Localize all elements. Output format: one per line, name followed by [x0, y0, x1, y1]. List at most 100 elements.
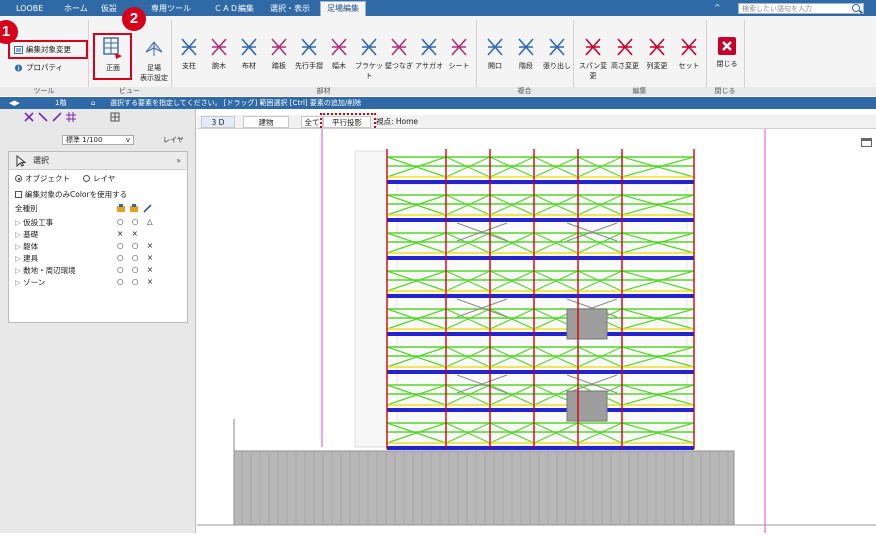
compound-opening-button[interactable]: 開口 — [480, 36, 510, 71]
scale-select[interactable]: 標準 1/100 v — [62, 135, 134, 145]
tab-cad-edit[interactable]: ＣＡＤ編集 — [208, 2, 260, 16]
type-row-marks[interactable]: ○ ○ × — [117, 241, 156, 250]
part-wall-tie-button[interactable]: 壁つなぎ — [384, 36, 414, 71]
part-plank-button[interactable]: 踏板 — [264, 36, 294, 71]
group-label-edit: 編集 — [632, 87, 647, 95]
building-edge — [354, 150, 388, 448]
scaffold-plank — [387, 332, 694, 336]
scaffold-plank — [387, 218, 694, 222]
compound-stairs-icon — [518, 38, 534, 56]
canvas-tab-bar: 3 D 建物 全て 平行投影 視点: Home — [197, 115, 876, 129]
tab-temporary[interactable]: 仮設 — [95, 2, 123, 16]
close-button[interactable]: 閉じる — [712, 36, 742, 69]
diagonal-select-icon[interactable] — [38, 112, 48, 122]
part-plank-icon — [271, 38, 287, 56]
part-ledger-button[interactable]: 布材 — [234, 36, 264, 71]
brace-diagonal — [489, 156, 535, 178]
type-row-marks[interactable]: ○ ○ × — [117, 265, 156, 274]
layer-button[interactable]: レイヤ — [163, 135, 184, 145]
part-sheet-button[interactable]: シート — [444, 36, 474, 71]
tab-home[interactable]: ホーム — [58, 2, 94, 16]
part-bracket-icon — [361, 38, 377, 56]
group-separator — [706, 20, 707, 94]
drawing-canvas[interactable] — [197, 129, 876, 533]
scaffold-display-settings-button[interactable]: 足場 表示設定 — [136, 36, 172, 83]
tab-loobe[interactable]: LOOBE — [10, 2, 49, 16]
highlight-front-view — [93, 33, 132, 80]
edit-height-change-button[interactable]: 高さ変更 — [610, 36, 640, 71]
group-separator — [744, 20, 745, 94]
type-row[interactable]: ▷ 躯体 — [15, 241, 38, 252]
tab-special-tools[interactable]: 専用ツール — [145, 2, 197, 16]
edit-column-change-button[interactable]: 列変更 — [642, 36, 672, 71]
tab-select-display[interactable]: 選択・表示 — [264, 2, 316, 16]
part-wall-tie-icon — [391, 38, 407, 56]
edit-set-icon — [681, 38, 697, 56]
part-guardrail-button[interactable]: 先行手摺 — [294, 36, 324, 71]
property-button[interactable]: プロパティ — [12, 62, 63, 74]
type-row[interactable]: ▷ 敷地・周辺環境 — [15, 265, 76, 276]
close-icon — [718, 37, 736, 55]
part-post-button[interactable]: 支柱 — [174, 36, 204, 71]
type-row-marks[interactable]: ○ ○ × — [117, 277, 156, 286]
type-row[interactable]: ▷ 基礎 — [15, 229, 38, 240]
part-ledger-icon — [241, 38, 257, 56]
search-icon[interactable] — [852, 4, 860, 12]
part-toeboard-button[interactable]: 幅木 — [324, 36, 354, 71]
viewpoint-label: 視点: Home — [375, 117, 419, 126]
part-arm-button[interactable]: 腕木 — [204, 36, 234, 71]
compound-overhang-button[interactable]: 張り出し — [542, 36, 572, 71]
group-separator — [88, 20, 89, 94]
type-row-marks[interactable]: ○ ○ × — [117, 253, 156, 262]
status-message: 選択する要素を指定してください。 [ドラッグ] 範囲選択 [Ctrl] 要素の追… — [110, 99, 362, 107]
compound-opening-icon — [487, 38, 503, 56]
layer-toggle-icon[interactable]: ◀▶ — [6, 98, 23, 108]
tab-building[interactable]: 建物 — [243, 116, 289, 128]
cursor-icon — [16, 155, 27, 167]
search-input[interactable]: 検索したい語句を入力 — [738, 3, 864, 14]
edit-column-change-icon — [649, 38, 665, 56]
part-catch-fan-icon — [421, 38, 437, 56]
group-label-close: 閉じる — [714, 87, 736, 95]
tab-scaffold-edit[interactable]: 足場編集 — [320, 1, 366, 16]
type-row[interactable]: ▷ ゾーン — [15, 277, 45, 288]
edit-set-button[interactable]: セット — [674, 36, 704, 71]
floor-indicator[interactable]: 1階 — [52, 98, 69, 108]
compound-stairs-button[interactable]: 階段 — [511, 36, 541, 71]
brace-diagonal — [577, 156, 623, 178]
brace-diagonal — [386, 156, 447, 178]
ribbon-collapse-icon[interactable]: ^ — [714, 3, 721, 12]
highlight-edit-target — [8, 40, 88, 59]
line-select-icon[interactable] — [52, 112, 62, 122]
use-color-checkbox[interactable]: 編集対象のみColorを使用する — [15, 189, 127, 200]
part-guardrail-icon — [301, 38, 317, 56]
layout-icon[interactable] — [110, 112, 120, 122]
radio-object-dot — [15, 175, 22, 182]
scaffold-plank — [387, 408, 694, 412]
brace-diagonal — [533, 156, 579, 178]
scaffold-elevation — [197, 129, 876, 533]
edit-span-change-button[interactable]: スパン変更 — [578, 36, 608, 81]
part-sheet-icon — [451, 38, 467, 56]
type-row[interactable]: ▷ 建具 — [15, 253, 38, 264]
boundary-wall — [233, 450, 735, 526]
part-bracket-button[interactable]: ブラケット — [354, 36, 384, 81]
tab-3d[interactable]: 3 D — [201, 116, 235, 128]
part-catch-fan-button[interactable]: アサガオ — [414, 36, 444, 71]
grid-select-icon[interactable] — [66, 112, 76, 122]
radio-object[interactable]: オブジェクト — [15, 173, 70, 184]
home-icon[interactable]: ⌂ — [88, 98, 98, 108]
status-bar: ◀▶ 1階 ⌂ 選択する要素を指定してください。 [ドラッグ] 範囲選択 [Ct… — [0, 97, 876, 109]
type-row[interactable]: ▷ 仮設工事 — [15, 217, 53, 228]
group-separator — [476, 20, 477, 94]
radio-layer[interactable]: レイヤ — [83, 173, 115, 184]
selection-panel-header[interactable]: 選択 » — [9, 152, 187, 170]
collapse-icon[interactable]: » — [176, 152, 181, 170]
type-row-marks[interactable]: ○ ○ △ — [117, 217, 156, 226]
type-row-marks[interactable]: × × — [117, 229, 141, 238]
group-label-compound: 複合 — [517, 87, 532, 95]
step-badge-2: 2 — [122, 7, 146, 31]
window-restore-icon[interactable] — [861, 138, 872, 147]
chevron-down-icon: v — [125, 136, 130, 144]
cross-select-icon[interactable] — [24, 112, 34, 122]
